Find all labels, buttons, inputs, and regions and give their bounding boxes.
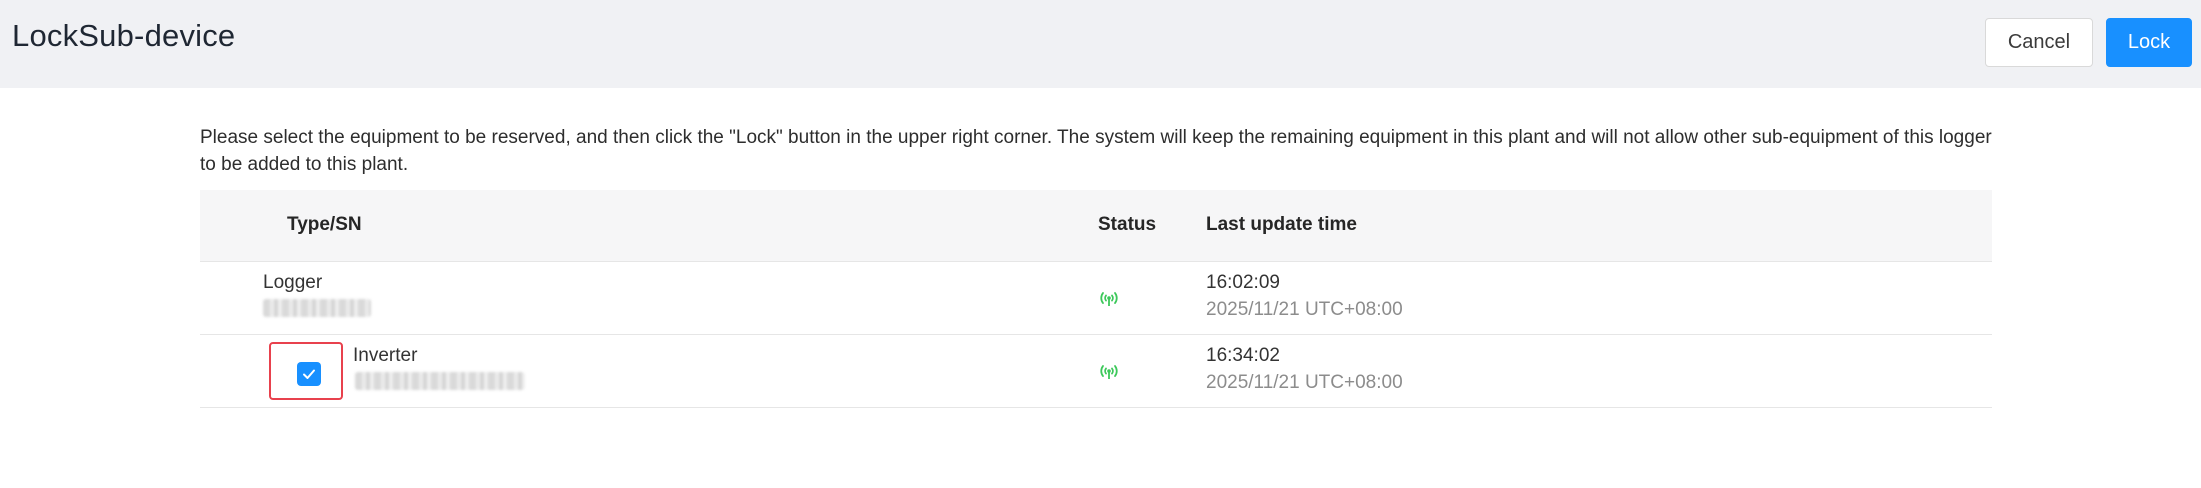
checkmark-icon <box>303 369 315 379</box>
table-header: Type/SN Status Last update time <box>200 190 1992 262</box>
column-header-status: Status <box>1098 214 1157 235</box>
row-checkbox[interactable] <box>297 362 321 386</box>
table-row-logger: Logger 16:02:09 2025/11/21 UTC+08:00 <box>200 262 1992 335</box>
lock-button[interactable]: Lock <box>2106 18 2192 67</box>
device-type: Inverter <box>353 345 418 366</box>
device-sn-redacted <box>263 299 371 317</box>
update-date: 2025/11/21 UTC+08:00 <box>1206 372 1403 393</box>
page-title: LockSub-device <box>12 18 236 53</box>
cancel-button[interactable]: Cancel <box>1985 18 2093 67</box>
device-sn-redacted <box>355 372 525 390</box>
update-date: 2025/11/21 UTC+08:00 <box>1206 299 1403 320</box>
table-row-inverter: Inverter 16:34:02 2025/11/21 UTC+08:00 <box>200 335 1992 408</box>
device-type: Logger <box>263 272 323 293</box>
instruction-text: Please select the equipment to be reserv… <box>200 127 1992 175</box>
device-table: Type/SN Status Last update time Logger 1… <box>200 190 1992 408</box>
column-header-type-sn: Type/SN <box>287 214 362 235</box>
signal-online-icon <box>1100 292 1118 306</box>
update-time: 16:34:02 <box>1206 345 1280 366</box>
update-time: 16:02:09 <box>1206 272 1280 293</box>
signal-online-icon <box>1100 365 1118 379</box>
page-header: LockSub-device Cancel Lock <box>0 0 2201 88</box>
column-header-last-update: Last update time <box>1206 214 1357 235</box>
selection-highlight <box>269 342 343 400</box>
